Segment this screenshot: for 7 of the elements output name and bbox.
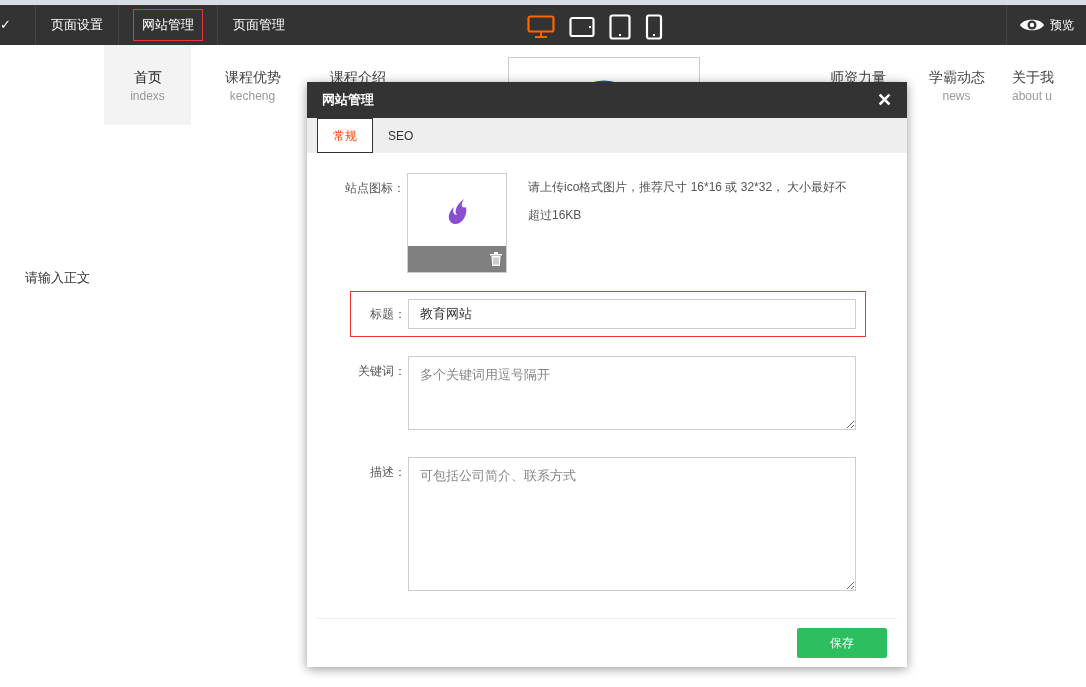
field-label: 站点图标： [344,180,406,197]
body-text: 请输入正文 [25,269,91,287]
field-label: 描述： [369,464,407,481]
dialog-title: 网站管理 [322,91,374,110]
field-label: 关键词： [357,363,407,380]
upload-hint: 请上传ico格式图片，推荐尺寸 16*16 或 32*32， 大小最好不超过16KB [528,179,849,224]
field-label: 标题： [369,306,407,323]
